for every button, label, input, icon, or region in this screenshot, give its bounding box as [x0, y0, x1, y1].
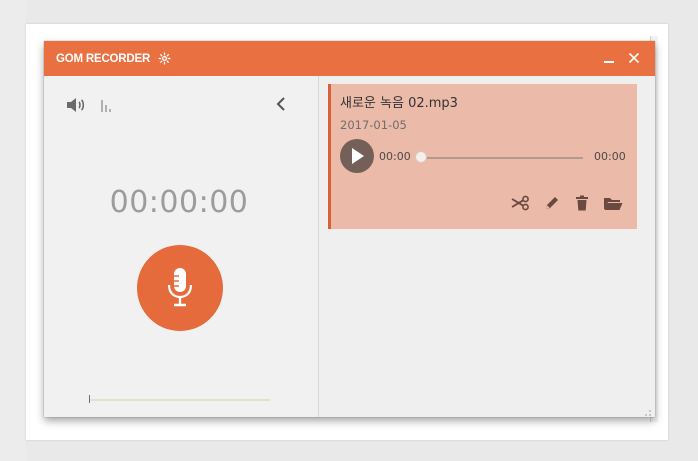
pencil-icon — [546, 197, 558, 209]
recording-list: 새로운 녹음 02.mp3 2017-01-05 00:00 00:00 — [319, 76, 655, 417]
title-bar[interactable]: GOM RECORDER — [44, 41, 655, 76]
minimize-button[interactable] — [601, 50, 617, 66]
app-title: GOM RECORDER — [56, 52, 151, 65]
recording-timer: 00:00:00 — [109, 185, 249, 220]
resize-grip[interactable] — [642, 404, 652, 416]
speaker-icon — [67, 98, 85, 112]
gear-icon — [158, 52, 171, 65]
list-item[interactable]: 새로운 녹음 02.mp3 2017-01-05 00:00 00:00 — [328, 84, 637, 229]
current-time: 00:00 — [379, 150, 411, 163]
close-button[interactable] — [626, 50, 642, 66]
open-folder-button[interactable] — [603, 194, 623, 212]
total-time: 00:00 — [594, 150, 626, 163]
trash-icon — [576, 195, 588, 211]
level-bars-icon — [101, 100, 111, 112]
recording-date: 2017-01-05 — [340, 118, 407, 132]
recording-title: 새로운 녹음 02.mp3 — [340, 96, 458, 111]
folder-open-icon — [604, 198, 623, 210]
level-meter-button[interactable] — [100, 99, 114, 113]
seek-bar[interactable] — [421, 157, 583, 159]
input-level-bar — [90, 399, 270, 401]
microphone-icon — [167, 268, 193, 307]
cut-button[interactable] — [510, 194, 530, 212]
recorder-panel: 00:00:00 — [44, 76, 318, 417]
collapse-button[interactable] — [274, 96, 288, 112]
settings-button[interactable] — [157, 52, 171, 66]
seek-handle[interactable] — [415, 151, 427, 163]
resize-grip-icon — [645, 410, 651, 416]
gom-recorder-window: GOM RECORDER 00:00:00 새로운 녹음 02.mp3 2017… — [44, 41, 655, 417]
play-button[interactable] — [340, 139, 374, 173]
record-button[interactable] — [137, 245, 223, 331]
close-icon — [628, 52, 640, 64]
minimize-icon — [604, 61, 614, 63]
chevron-left-icon — [276, 97, 285, 111]
volume-button[interactable] — [66, 97, 86, 113]
play-icon — [352, 148, 364, 164]
delete-button[interactable] — [572, 194, 592, 212]
scissors-icon — [511, 195, 529, 211]
background-desktop — [0, 0, 26, 461]
edit-button[interactable] — [542, 194, 562, 212]
input-level-marker — [89, 395, 90, 403]
